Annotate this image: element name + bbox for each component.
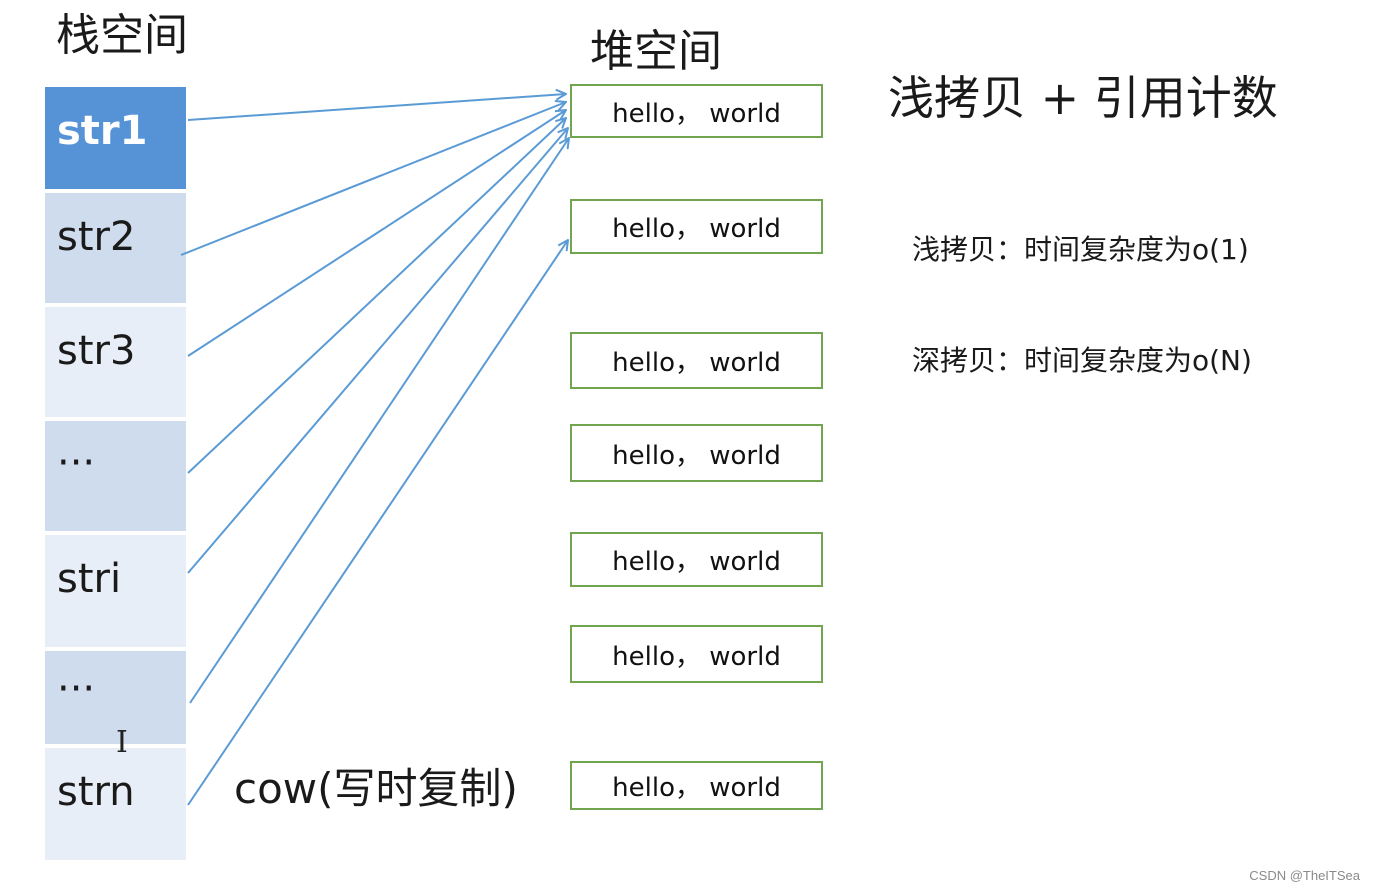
stack-cell-label: ··· [57, 666, 96, 712]
watermark: CSDN @TheITSea [1249, 868, 1360, 883]
stack-cell-ellipsis-1: ··· [45, 421, 186, 531]
arrow-ellipsis-1 [187, 118, 566, 474]
arrow-str2 [180, 102, 566, 256]
arrow-stri [187, 128, 568, 574]
stack-cell-label: str1 [57, 108, 148, 154]
heap-box: hello， world [570, 332, 823, 389]
shallow-copy-complexity: 浅拷贝：时间复杂度为o(1) [912, 233, 1249, 266]
arrow-str1 [187, 94, 566, 121]
stack-title: 栈空间 [56, 10, 188, 61]
stack-cell-label: stri [57, 556, 122, 602]
stack-cell-label: str3 [57, 328, 136, 374]
stack-cell-str1: str1 [45, 87, 186, 189]
copy-on-write-label: cow(写时复制) [234, 764, 518, 813]
arrow-strn [187, 240, 568, 806]
heap-box: hello， world [570, 84, 823, 138]
shallow-copy-refcount-title: 浅拷贝 + 引用计数 [888, 71, 1278, 125]
heap-box: hello， world [570, 625, 823, 683]
heap-box: hello， world [570, 424, 823, 482]
deep-copy-complexity: 深拷贝：时间复杂度为o(N) [912, 344, 1252, 377]
arrow-str3 [187, 110, 566, 357]
stack-cell-strn: strn [45, 748, 186, 860]
heap-box: hello， world [570, 199, 823, 254]
heap-title: 堆空间 [590, 26, 722, 77]
stack-cell-str2: str2 [45, 193, 186, 303]
heap-box: hello， world [570, 761, 823, 810]
text-cursor-icon: Ι [116, 725, 128, 760]
stack-cell-str3: str3 [45, 307, 186, 417]
stack-cell-label: ··· [57, 440, 96, 486]
stack-cell-stri: stri [45, 535, 186, 647]
stack-cell-label: str2 [57, 214, 136, 260]
arrow-ellipsis-2 [189, 138, 569, 704]
heap-box: hello， world [570, 532, 823, 587]
stack-cell-label: strn [57, 769, 135, 815]
